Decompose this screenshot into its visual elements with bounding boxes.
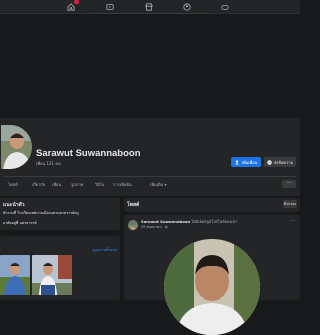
add-friend-label: เพิ่มเพื่อน bbox=[241, 159, 258, 165]
add-friend-icon bbox=[234, 159, 239, 164]
posts-header-card: โพสต์ ตัวกรอง bbox=[124, 198, 300, 212]
marketplace-icon[interactable] bbox=[144, 2, 154, 12]
home-icon[interactable] bbox=[66, 0, 79, 12]
post-author-name[interactable]: Sarawut Suwannaboon bbox=[141, 219, 190, 224]
tab-posts[interactable]: โพสต์ bbox=[8, 181, 18, 188]
more-options-button[interactable]: ··· bbox=[282, 180, 296, 188]
photo-thumbnail[interactable] bbox=[32, 255, 72, 295]
post-timestamp[interactable]: 29 พฤษภาคม · ◍ bbox=[141, 225, 168, 230]
filter-button[interactable]: ตัวกรอง bbox=[283, 200, 297, 208]
post-date: 29 พฤษภาคม · bbox=[141, 225, 164, 229]
tab-videos[interactable]: วิดีโอ bbox=[95, 181, 104, 188]
friends-count[interactable]: เพื่อน 121 คน bbox=[36, 160, 61, 167]
globe-icon: ◍ bbox=[164, 225, 168, 229]
intro-title: แนะนำตัว bbox=[3, 202, 25, 208]
add-friend-button[interactable]: เพิ่มเพื่อน bbox=[231, 157, 261, 167]
post-menu-button[interactable]: ··· bbox=[290, 218, 295, 224]
message-label: ส่งข้อความ bbox=[273, 159, 294, 165]
tab-checkins[interactable]: การเช็คอิน bbox=[113, 181, 132, 188]
intro-location: อาศัยอยู่ที่ นครสวรรค์ bbox=[3, 221, 37, 225]
post-profile-photo[interactable] bbox=[164, 239, 260, 335]
message-button[interactable]: ส่งข้อความ bbox=[264, 157, 296, 167]
top-navigation-bar bbox=[0, 0, 300, 14]
chevron-down-icon: ▾ bbox=[164, 182, 167, 187]
posts-title: โพสต์ bbox=[127, 202, 140, 208]
gaming-icon[interactable] bbox=[220, 2, 230, 12]
notification-badge bbox=[74, 0, 79, 4]
tab-more[interactable]: เพิ่มเติม ▾ bbox=[150, 181, 167, 188]
intro-card: แนะนำตัว ทำงานที่ โรงเรียนเทศบาลเมืองนคร… bbox=[0, 198, 120, 230]
profile-tabs: โพสต์ เกี่ยวกับ เพื่อน รูปภาพ วิดีโอ การ… bbox=[0, 180, 300, 190]
post-card: Sarawut Suwannaboon ได้อัปเดตรูปโปรไฟล์ข… bbox=[124, 215, 300, 335]
photo-image bbox=[0, 255, 30, 295]
tab-more-label: เพิ่มเติม bbox=[150, 182, 164, 187]
profile-name: Sarawut Suwannaboon bbox=[36, 148, 141, 159]
see-all-photos-link[interactable]: ดูรูปภาพทั้งหมด bbox=[93, 247, 118, 253]
tab-photos[interactable]: รูปภาพ bbox=[71, 181, 83, 188]
post-author-avatar[interactable] bbox=[128, 220, 138, 230]
tab-friends[interactable]: เพื่อน bbox=[52, 181, 61, 188]
photos-card: ดูรูปภาพทั้งหมด bbox=[0, 236, 120, 300]
header-divider bbox=[4, 176, 296, 177]
cover-photo-area bbox=[0, 14, 300, 132]
avatar-image bbox=[128, 225, 138, 230]
post-action-text: ได้อัปเดตรูปโปรไฟล์ของเขา bbox=[191, 219, 238, 224]
watch-icon[interactable] bbox=[105, 2, 115, 12]
tab-about[interactable]: เกี่ยวกับ bbox=[32, 181, 45, 188]
messenger-icon bbox=[267, 159, 272, 165]
groups-icon[interactable] bbox=[182, 2, 192, 12]
intro-work: ทำงานที่ โรงเรียนเทศบาลเมืองนครนครสวรรค์… bbox=[3, 211, 79, 215]
photo-image bbox=[32, 255, 72, 295]
photo-thumbnail[interactable] bbox=[0, 255, 30, 295]
post-photo-image bbox=[164, 239, 260, 335]
